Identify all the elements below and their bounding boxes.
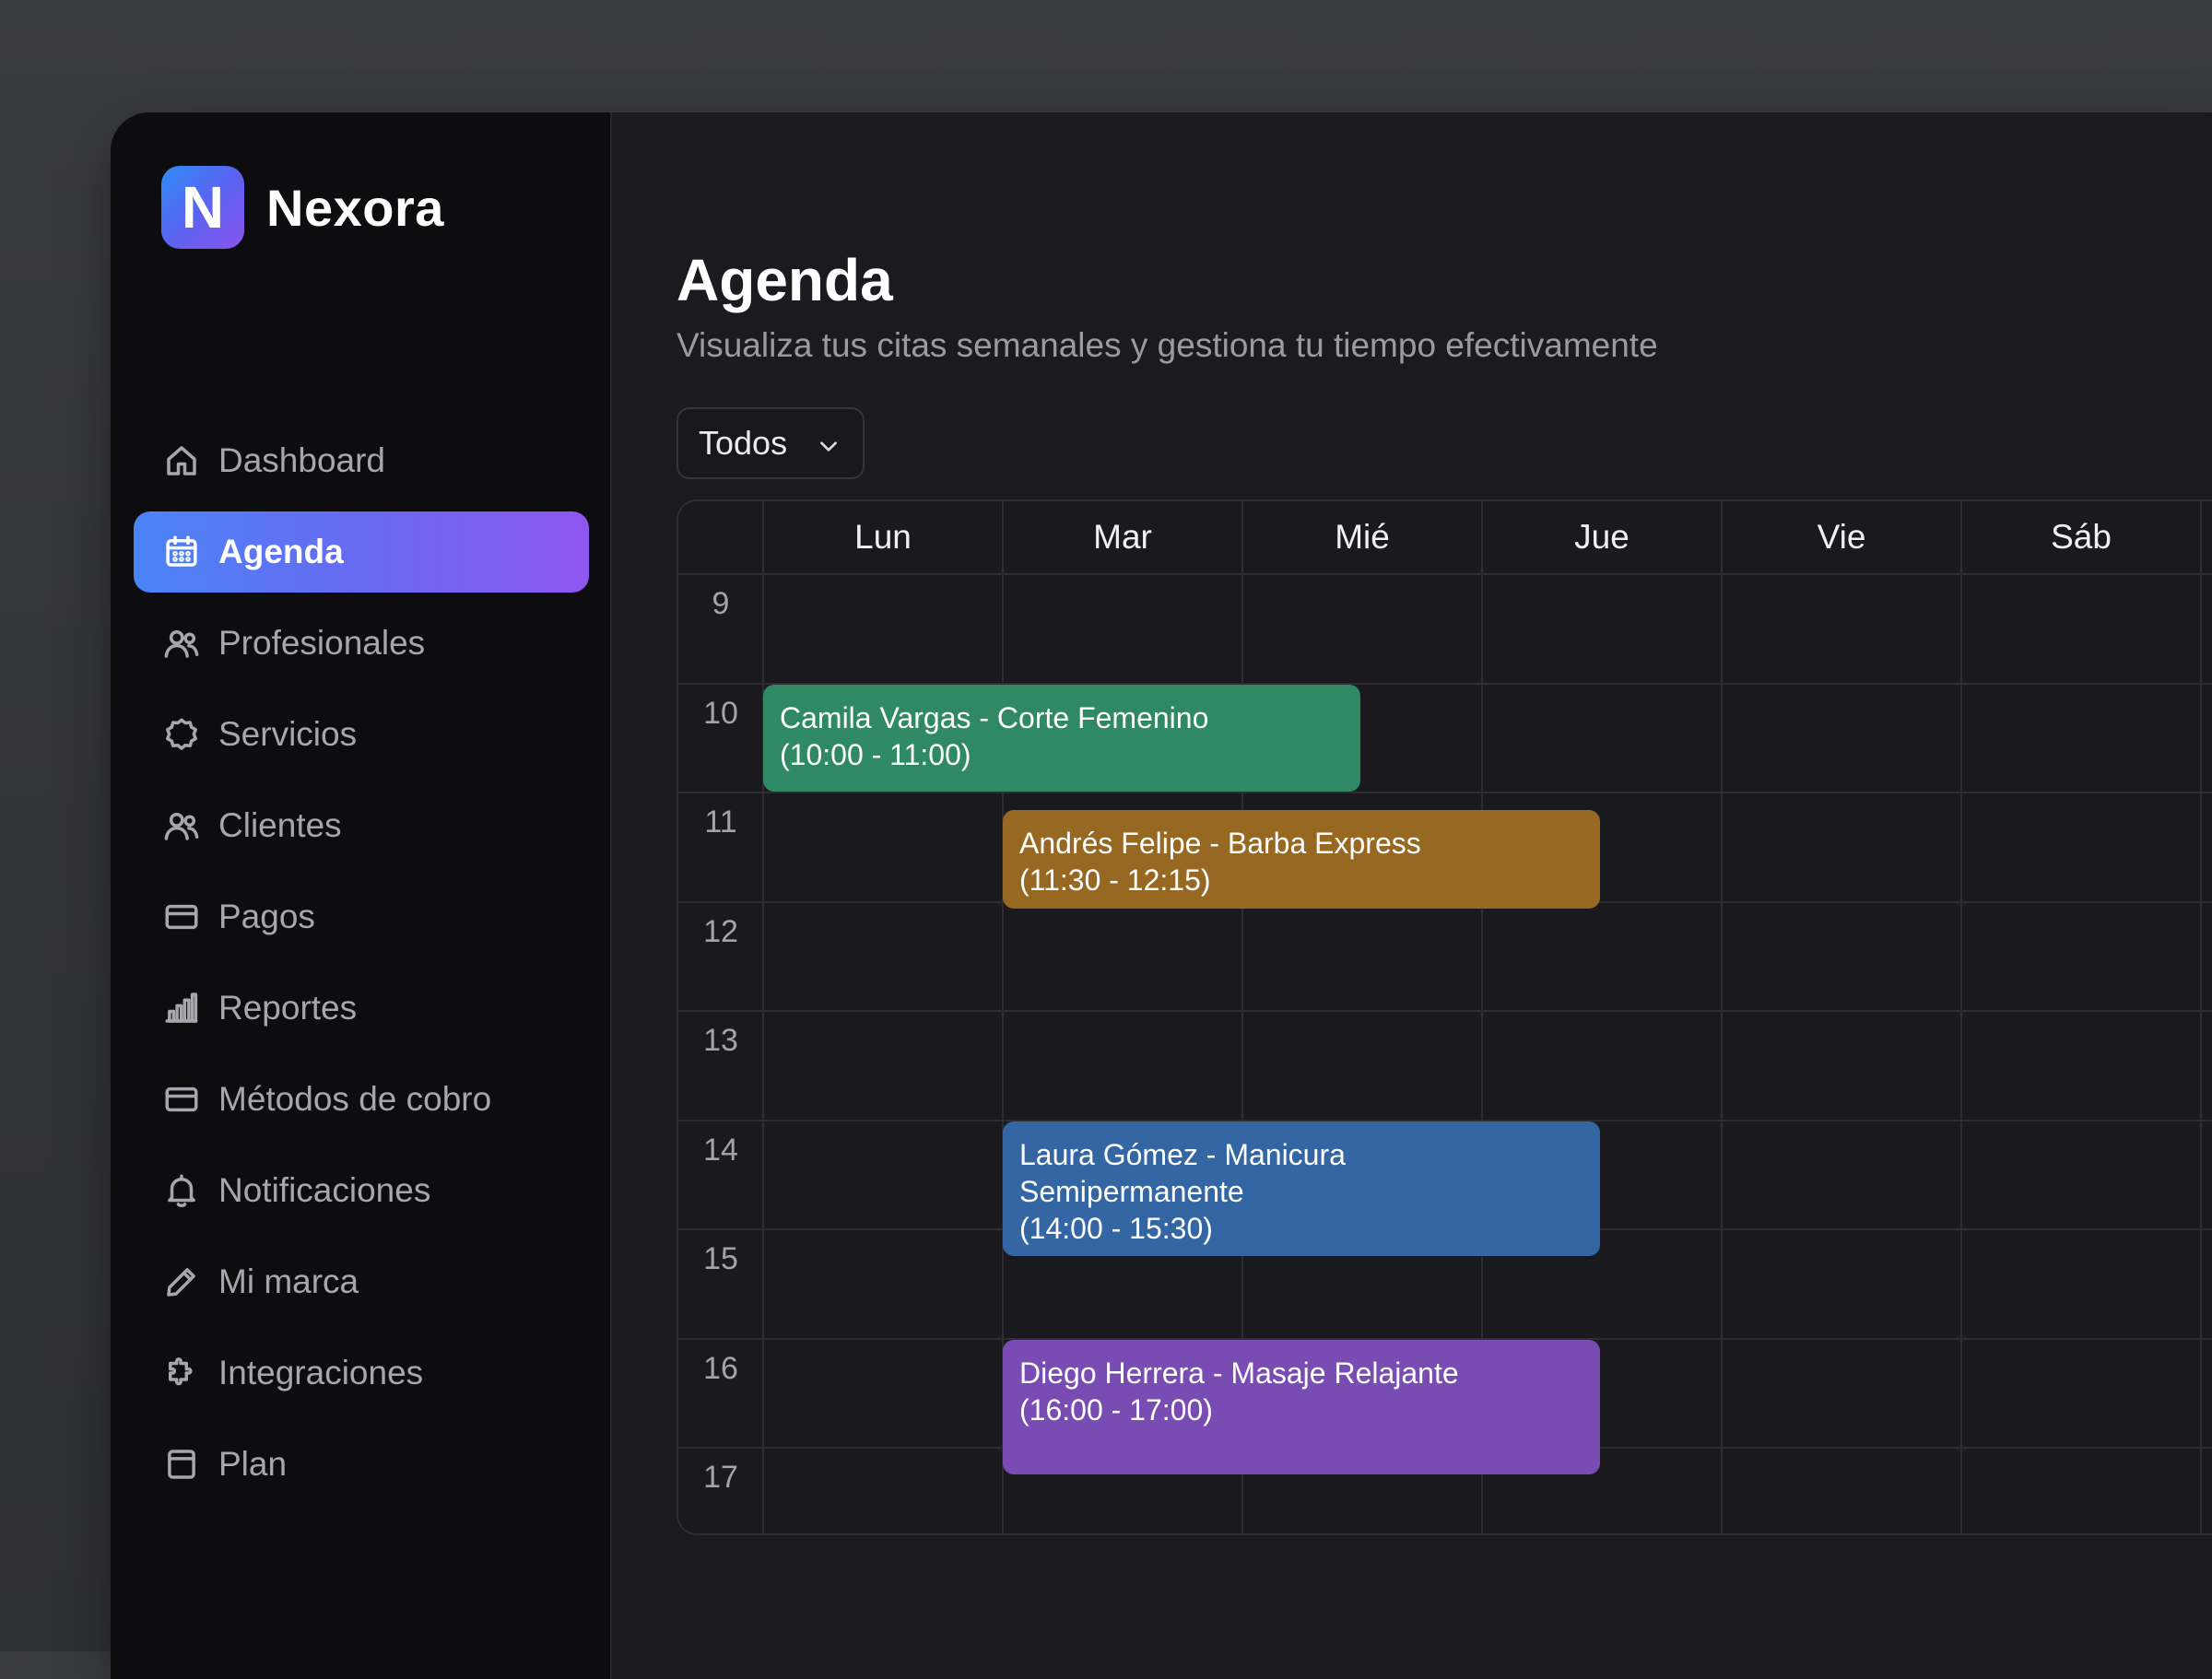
sidebar-item-label: Notificaciones [218, 1171, 431, 1209]
event-title: Andrés Felipe - Barba Express [1019, 826, 1421, 860]
event-time: (16:00 - 17:00) [1019, 1392, 1213, 1427]
sidebar-item-label: Clientes [218, 806, 342, 844]
hour-label-11: 11 [704, 804, 737, 840]
grid-header-line [678, 573, 2212, 575]
calendar-icon [161, 532, 202, 572]
app-window: N Nexora Dashboard Agenda Profesionales Ser… [111, 112, 2212, 1679]
day-header-sab[interactable]: Sáb [1961, 501, 2201, 573]
appointment-event[interactable]: Laura Gómez - Manicura Semipermanente (14… [1003, 1121, 1600, 1256]
professional-filter-select[interactable]: Todos [677, 407, 865, 479]
event-title: Diego Herrera - Masaje Relajante [1019, 1356, 1459, 1390]
sidebar-item-pagos[interactable]: Pagos [134, 876, 589, 957]
sidebar-item-label: Métodos de cobro [218, 1080, 492, 1118]
sidebar: N Nexora Dashboard Agenda Profesionales Ser… [111, 112, 612, 1679]
sidebar-item-integraciones[interactable]: Integraciones [134, 1333, 589, 1414]
bell-icon [161, 1170, 202, 1211]
grid-row-line [678, 1010, 2212, 1012]
box-icon [161, 1444, 202, 1485]
day-header-mie[interactable]: Mié [1242, 501, 1482, 573]
sidebar-item-metodos-de-cobro[interactable]: Métodos de cobro [134, 1059, 589, 1140]
sidebar-item-clientes[interactable]: Clientes [134, 785, 589, 866]
badge-icon [161, 714, 202, 755]
home-icon [161, 440, 202, 481]
day-header-jue[interactable]: Jue [1482, 501, 1722, 573]
appointment-event[interactable]: Andrés Felipe - Barba Express (11:30 - 12… [1003, 809, 1600, 909]
pencil-icon [161, 1262, 202, 1302]
bar-chart-icon [161, 988, 202, 1028]
grid-column-line [2200, 501, 2202, 1533]
sidebar-item-agenda[interactable]: Agenda [134, 511, 589, 593]
main-content: Agenda Visualiza tus citas semanales y g… [614, 112, 2212, 1679]
sidebar-item-label: Agenda [218, 533, 344, 570]
nexora-logo-icon: N [161, 166, 244, 249]
sidebar-item-label: Plan [218, 1445, 288, 1483]
weekly-calendar: Lun Mar Mié Jue Vie Sáb 9 10 11 12 13 14 15 16 17 Camil… [677, 499, 2212, 1535]
event-time: (14:00 - 15:30) [1019, 1211, 1213, 1245]
hour-label-17: 17 [703, 1460, 738, 1495]
sidebar-item-mi-marca[interactable]: Mi marca [134, 1241, 589, 1322]
sidebar-item-dashboard[interactable]: Dashboard [134, 420, 589, 501]
sidebar-item-servicios[interactable]: Servicios [134, 694, 589, 775]
chevron-down-icon [820, 441, 837, 452]
hour-label-15: 15 [703, 1241, 738, 1276]
hour-label-14: 14 [703, 1132, 738, 1168]
sidebar-item-label: Servicios [218, 715, 358, 753]
sidebar-item-label: Pagos [218, 898, 315, 935]
app-name: Nexora [266, 178, 444, 237]
sidebar-item-notificaciones[interactable]: Notificaciones [134, 1150, 589, 1231]
event-time: (11:30 - 12:15) [1019, 863, 1211, 897]
hour-label-16: 16 [703, 1350, 738, 1386]
sidebar-item-label: Profesionales [218, 624, 426, 662]
puzzle-icon [161, 1353, 202, 1393]
filter-selected-value: Todos [699, 424, 788, 462]
sidebar-item-label: Integraciones [218, 1354, 424, 1391]
hour-label-9: 9 [712, 586, 730, 621]
day-header-lun[interactable]: Lun [763, 501, 1003, 573]
day-header-vie[interactable]: Vie [1722, 501, 1961, 573]
grid-column-line [1960, 501, 1962, 1533]
grid-column-line [1721, 501, 1723, 1533]
sidebar-item-label: Dashboard [218, 441, 386, 479]
sidebar-item-label: Mi marca [218, 1262, 359, 1300]
page-subtitle: Visualiza tus citas semanales y gestiona… [677, 326, 1658, 364]
sidebar-item-reportes[interactable]: Reportes [134, 968, 589, 1049]
hour-label-12: 12 [703, 913, 738, 949]
hour-label-10: 10 [703, 695, 738, 731]
users-icon [161, 623, 202, 663]
day-header-mar[interactable]: Mar [1003, 501, 1242, 573]
sidebar-item-plan[interactable]: Plan [134, 1424, 589, 1505]
page-title: Agenda [677, 247, 893, 313]
appointment-event[interactable]: Camila Vargas - Corte Femenino (10:00 - 1… [763, 684, 1360, 792]
card-icon [161, 897, 202, 937]
appointment-event[interactable]: Diego Herrera - Masaje Relajante (16:00 -… [1003, 1339, 1600, 1474]
grid-row-line [678, 792, 2212, 793]
card-icon [161, 1079, 202, 1120]
users-icon [161, 805, 202, 846]
sidebar-nav: Dashboard Agenda Profesionales Servicios Cli… [134, 420, 589, 1515]
hour-label-13: 13 [703, 1023, 738, 1058]
event-title: Laura Gómez - Manicura Semipermanente [1019, 1137, 1346, 1208]
brand[interactable]: N Nexora [161, 166, 444, 249]
sidebar-item-profesionales[interactable]: Profesionales [134, 603, 589, 684]
sidebar-item-label: Reportes [218, 989, 358, 1027]
event-time: (10:00 - 11:00) [780, 737, 971, 771]
event-title: Camila Vargas - Corte Femenino [780, 700, 1209, 734]
